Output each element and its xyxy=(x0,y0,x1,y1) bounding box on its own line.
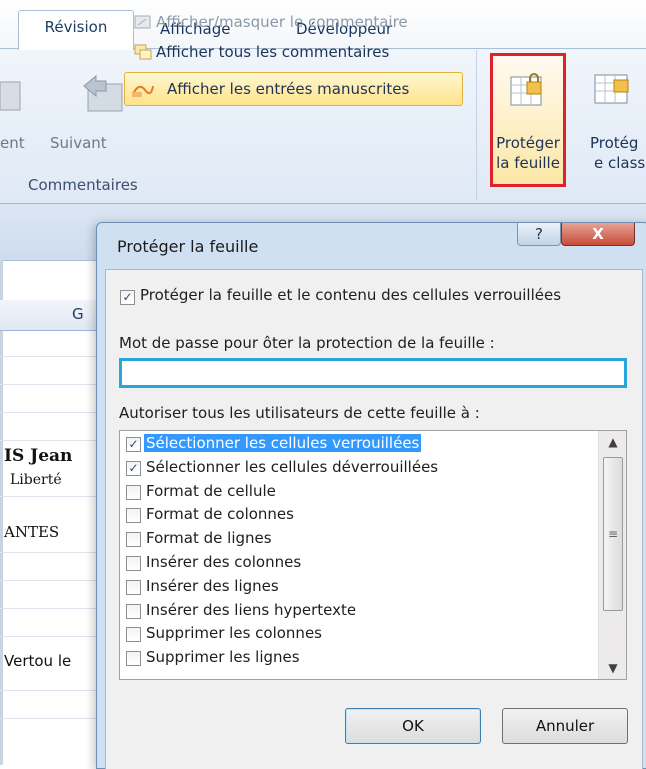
password-label: Mot de passe pour ôter la protection de … xyxy=(119,334,495,352)
allow-users-label: Autoriser tous les utilisateurs de cette… xyxy=(119,404,480,422)
gridline xyxy=(0,718,110,719)
column-header[interactable] xyxy=(0,300,111,331)
close-button[interactable]: X xyxy=(561,223,635,246)
permission-checkbox[interactable] xyxy=(126,508,141,524)
cell-text: IS Jean xyxy=(4,446,73,466)
protect-workbook-label-2: e class xyxy=(594,154,646,172)
previous-comment-label[interactable]: ent xyxy=(0,134,25,152)
gridline xyxy=(0,580,110,581)
next-comment-label[interactable]: Suivant xyxy=(50,134,107,152)
comment-icon xyxy=(134,15,151,29)
scroll-down-icon[interactable]: ▼ xyxy=(599,657,626,679)
ink-icon xyxy=(132,85,154,97)
cell-text: ANTES xyxy=(4,523,60,541)
gridline xyxy=(0,690,110,691)
permission-item[interactable]: Format de colonnes xyxy=(120,504,600,527)
protect-checkbox[interactable]: ✓ xyxy=(120,290,135,305)
permissions-scrollbar[interactable]: ▲ ≡ ▼ xyxy=(598,431,626,679)
permission-checkbox[interactable] xyxy=(126,627,141,643)
permission-checkbox[interactable] xyxy=(126,603,141,619)
permission-label: Sélectionner les cellules déverrouillées xyxy=(146,457,439,476)
gridline xyxy=(0,356,110,357)
permission-label: Insérer des colonnes xyxy=(146,553,302,571)
permission-label: Supprimer les lignes xyxy=(146,648,300,667)
cell-text: Liberté xyxy=(10,472,62,488)
permission-label: Supprimer les colonnes xyxy=(146,624,322,643)
permission-label: Insérer des liens hypertexte xyxy=(146,600,357,619)
permission-label: Format de colonnes xyxy=(146,505,294,524)
protect-sheet-button[interactable]: Protéger la feuille xyxy=(490,53,566,187)
scroll-up-icon[interactable]: ▲ xyxy=(599,431,626,453)
scroll-thumb[interactable]: ≡ xyxy=(603,457,623,611)
gridline xyxy=(0,412,110,413)
comments-group-label: Commentaires xyxy=(28,176,138,194)
permission-checkbox[interactable] xyxy=(126,651,141,667)
permission-item[interactable]: Supprimer les lignes xyxy=(120,647,600,670)
gridline xyxy=(0,608,110,609)
tab-revision[interactable]: Révision xyxy=(18,10,134,50)
permission-item[interactable]: Insérer des liens hypertexte xyxy=(120,600,600,623)
protect-workbook-label-1: Protég xyxy=(590,134,639,152)
sheet-lock-icon xyxy=(510,73,542,106)
permission-item[interactable]: Insérer des colonnes xyxy=(120,552,600,575)
help-button[interactable]: ? xyxy=(517,223,561,246)
next-comment-icon[interactable] xyxy=(82,72,124,112)
permission-item[interactable]: Insérer des lignes xyxy=(120,576,600,599)
permission-item[interactable]: Format de cellule xyxy=(120,481,600,504)
permission-item[interactable]: Supprimer les colonnes xyxy=(120,623,600,646)
permission-label: Format de lignes xyxy=(146,529,272,548)
permission-checkbox[interactable] xyxy=(126,556,141,571)
permission-checkbox[interactable] xyxy=(126,484,141,500)
dialog-body: ✓ Protéger la feuille et le contenu des … xyxy=(105,269,643,769)
protect-sheet-label-1: Protéger xyxy=(496,134,560,152)
permission-item[interactable]: ✓ Sélectionner les cellules verrouillées xyxy=(120,433,600,456)
comments-icon xyxy=(134,44,152,60)
permission-checkbox[interactable] xyxy=(126,579,141,595)
permission-label: Insérer des lignes xyxy=(146,576,279,595)
ok-button[interactable]: OK xyxy=(345,708,481,744)
permission-label: Sélectionner les cellules verrouillées xyxy=(144,434,422,452)
permission-checkbox[interactable]: ✓ xyxy=(126,460,141,476)
gridline xyxy=(0,384,110,385)
permission-item[interactable]: Format de lignes xyxy=(120,528,600,551)
permission-item[interactable]: ✓ Sélectionner les cellules déverrouillée… xyxy=(120,457,600,480)
cell-text: Vertou le xyxy=(4,652,72,670)
show-hide-comment-label: Afficher/masquer le commentaire xyxy=(156,13,408,31)
protect-checkbox-label[interactable]: Protéger la feuille et le contenu des ce… xyxy=(140,286,561,304)
gridline xyxy=(0,552,110,553)
protect-workbook-button[interactable]: Protég e class xyxy=(572,56,646,182)
previous-comment-icon[interactable] xyxy=(0,78,22,112)
password-input[interactable] xyxy=(119,358,627,388)
permissions-list[interactable]: ✓ Sélectionner les cellules verrouillées ✓… xyxy=(119,430,627,680)
show-ink-label: Afficher les entrées manuscrites xyxy=(167,80,410,98)
permission-label: Format de cellule xyxy=(146,481,276,500)
protect-sheet-label-2: la feuille xyxy=(496,154,560,172)
cancel-button[interactable]: Annuler xyxy=(502,708,628,744)
permission-checkbox[interactable]: ✓ xyxy=(126,437,141,452)
group-separator xyxy=(476,50,477,200)
gridline xyxy=(0,636,110,637)
protect-sheet-dialog: Protéger la feuille ? X ✓ Protéger la fe… xyxy=(96,222,646,769)
gridline xyxy=(0,440,110,441)
column-header-g[interactable]: G xyxy=(72,305,84,323)
gridline xyxy=(0,496,110,497)
show-all-comments-label: Afficher tous les commentaires xyxy=(156,43,390,61)
workbook-lock-icon xyxy=(594,74,629,104)
dialog-title: Protéger la feuille xyxy=(117,237,259,256)
show-ink-button[interactable]: Afficher les entrées manuscrites xyxy=(124,72,463,106)
permission-checkbox[interactable] xyxy=(126,532,141,548)
